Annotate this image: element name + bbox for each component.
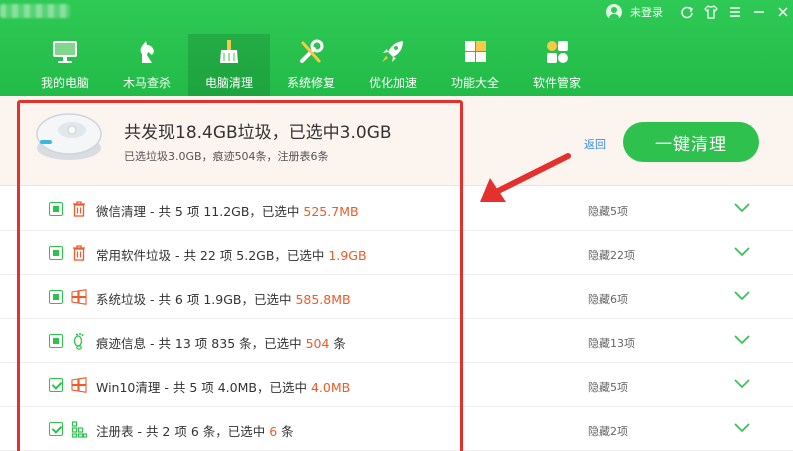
hidden-count-link[interactable]: 隐藏6项 [588, 291, 628, 307]
list-item-win10[interactable]: Win10清理 - 共 5 项 4.0MB，已选中 4.0MB 隐藏5项 [0, 363, 793, 407]
row-selected-count: 504 [305, 336, 330, 351]
tools-icon [296, 38, 326, 66]
junk-category-list: 微信清理 - 共 5 项 11.2GB，已选中 525.7MB 隐藏5项 常用软… [0, 187, 793, 451]
nav-my-computer[interactable]: 我的电脑 [24, 34, 106, 96]
apps-icon [542, 38, 572, 66]
app-logo [0, 4, 70, 18]
login-text[interactable]: 未登录 [630, 4, 663, 20]
refresh-icon[interactable] [676, 2, 698, 22]
chevron-down-icon[interactable] [734, 335, 750, 345]
nav-software-manager[interactable]: 软件管家 [516, 34, 598, 96]
row-text: 痕迹信息 - 共 13 项 835 条，已选中 504 条 [96, 333, 346, 352]
row-checkbox[interactable] [49, 202, 63, 216]
nav-computer-clean[interactable]: 电脑清理 [188, 34, 270, 96]
list-item-system-junk[interactable]: 系统垃圾 - 共 6 项 1.9GB，已选中 585.8MB 隐藏6项 [0, 275, 793, 319]
row-selected-size: 585.8MB [295, 292, 351, 307]
list-item-traces[interactable]: 痕迹信息 - 共 13 项 835 条，已选中 504 条 隐藏13项 [0, 319, 793, 363]
row-text: Win10清理 - 共 5 项 4.0MB，已选中 4.0MB [96, 377, 350, 396]
summary-subtitle: 已选垃圾3.0GB，痕迹504条，注册表6条 [124, 150, 329, 163]
nav-all-features[interactable]: 功能大全 [434, 34, 516, 96]
nav-label: 我的电脑 [40, 76, 89, 90]
monitor-icon [50, 38, 80, 66]
window-controls [674, 2, 793, 22]
row-text: 微信清理 - 共 5 项 11.2GB，已选中 525.7MB [96, 201, 359, 220]
row-checkbox[interactable] [49, 378, 63, 392]
rocket-icon [378, 38, 408, 66]
nav-label: 功能大全 [450, 76, 499, 90]
chevron-down-icon[interactable] [734, 203, 750, 213]
list-item-common-software[interactable]: 常用软件垃圾 - 共 22 项 5.2GB，已选中 1.9GB 隐藏22项 [0, 231, 793, 275]
hidden-count-link[interactable]: 隐藏22项 [588, 247, 635, 263]
row-selected-count: 6 [269, 424, 278, 439]
user-login[interactable]: 未登录 [606, 3, 663, 21]
list-item-registry[interactable]: 注册表 - 共 2 项 6 条，已选中 6 条 隐藏2项 [0, 407, 793, 451]
row-checkbox[interactable] [49, 334, 63, 348]
row-text: 常用软件垃圾 - 共 22 项 5.2GB，已选中 1.9GB [96, 245, 367, 264]
hidden-count-link[interactable]: 隐藏5项 [588, 379, 628, 395]
nav-label: 电脑清理 [204, 76, 253, 90]
windows-icon [71, 289, 87, 305]
grid-icon [460, 38, 490, 66]
row-text: 系统垃圾 - 共 6 项 1.9GB，已选中 585.8MB [96, 289, 351, 308]
row-desc: 微信清理 - 共 5 项 11.2GB，已选中 [96, 204, 304, 219]
row-suffix: 条 [329, 336, 346, 351]
minimize-icon[interactable] [748, 2, 770, 22]
row-desc: 系统垃圾 - 共 6 项 1.9GB，已选中 [96, 292, 296, 307]
menu-icon[interactable] [724, 2, 746, 22]
chevron-down-icon[interactable] [734, 379, 750, 389]
nav-system-repair[interactable]: 系统修复 [270, 34, 352, 96]
back-link[interactable]: 返回 [584, 136, 606, 152]
chevron-down-icon[interactable] [734, 247, 750, 257]
summary-title: 共发现18.4GB垃圾，已选中3.0GB [124, 123, 392, 143]
nav-optimize-speed[interactable]: 优化加速 [352, 34, 434, 96]
row-desc: 注册表 - 共 2 项 6 条，已选中 [96, 424, 270, 439]
nav-label: 软件管家 [532, 76, 581, 90]
trash-icon [73, 201, 85, 217]
trash-icon [73, 245, 85, 261]
skin-shirt-icon[interactable] [700, 2, 722, 22]
broom-icon [214, 38, 244, 66]
nav-trojan-scan[interactable]: 木马查杀 [106, 34, 188, 96]
hidden-count-link[interactable]: 隐藏5项 [588, 203, 628, 219]
row-text: 注册表 - 共 2 项 6 条，已选中 6 条 [96, 421, 294, 440]
hidden-count-link[interactable]: 隐藏2项 [588, 423, 628, 439]
chevron-down-icon[interactable] [734, 423, 750, 433]
scan-summary: 共发现18.4GB垃圾，已选中3.0GB 已选垃圾3.0GB，痕迹504条，注册… [0, 96, 793, 186]
robot-vacuum-icon [36, 113, 102, 160]
row-suffix: 条 [277, 424, 294, 439]
top-bar: 未登录 我的电脑 木马查杀 电脑清理 系统修复 优化加速 功能大全 软件管家 [0, 0, 793, 96]
horse-icon [132, 38, 162, 66]
windows-icon [71, 377, 87, 393]
row-desc: 常用软件垃圾 - 共 22 项 5.2GB，已选中 [96, 248, 329, 263]
nav-label: 优化加速 [368, 76, 417, 90]
chevron-down-icon[interactable] [734, 291, 750, 301]
hidden-count-link[interactable]: 隐藏13项 [588, 335, 635, 351]
row-desc: Win10清理 - 共 5 项 4.0MB，已选中 [96, 380, 311, 395]
nav-label: 系统修复 [286, 76, 335, 90]
one-click-clean-button[interactable]: 一键清理 [623, 122, 759, 162]
row-selected-size: 525.7MB [303, 204, 359, 219]
row-checkbox[interactable] [49, 422, 63, 436]
row-checkbox[interactable] [49, 290, 63, 304]
avatar-icon[interactable] [606, 4, 622, 20]
row-checkbox[interactable] [49, 246, 63, 260]
registry-icon [71, 421, 87, 438]
row-desc: 痕迹信息 - 共 13 项 835 条，已选中 [96, 336, 306, 351]
row-selected-size: 1.9GB [328, 248, 367, 263]
main-nav: 我的电脑 木马查杀 电脑清理 系统修复 优化加速 功能大全 软件管家 [24, 34, 598, 96]
nav-label: 木马查杀 [122, 76, 171, 90]
footprint-icon [73, 333, 84, 350]
list-item-wechat[interactable]: 微信清理 - 共 5 项 11.2GB，已选中 525.7MB 隐藏5项 [0, 187, 793, 231]
close-icon[interactable] [772, 2, 793, 22]
title-bar: 未登录 [0, 0, 793, 26]
row-selected-size: 4.0MB [310, 380, 351, 395]
